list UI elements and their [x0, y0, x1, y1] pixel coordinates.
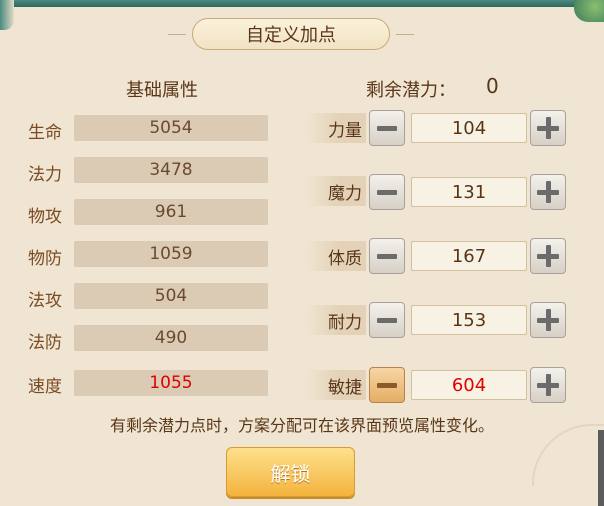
corner-decoration-left [0, 0, 14, 30]
constitution-plus-button[interactable] [530, 238, 566, 274]
magic-plus-button[interactable] [530, 174, 566, 210]
attr-value-mp: 3478 [74, 157, 268, 183]
agility-value: 604 [411, 370, 527, 400]
point-label-agility: 敏捷 [306, 370, 366, 400]
top-border [0, 0, 604, 7]
plus-icon [537, 245, 559, 267]
minus-icon [377, 189, 397, 195]
attr-label-mp: 法力 [28, 165, 62, 185]
base-attributes-heading: 基础属性 [126, 80, 198, 101]
constitution-minus-button[interactable] [369, 238, 405, 274]
window-edge [598, 430, 604, 506]
endurance-minus-button[interactable] [369, 302, 405, 338]
title-ornament-right [396, 34, 414, 35]
agility-minus-button[interactable] [369, 367, 405, 403]
endurance-value: 153 [411, 305, 527, 335]
strength-minus-button[interactable] [369, 110, 405, 146]
attr-value-phys-atk: 961 [74, 199, 268, 225]
point-label-strength: 力量 [306, 113, 366, 143]
remaining-potential-label: 剩余潜力： [366, 80, 456, 101]
minus-icon [377, 125, 397, 131]
magic-minus-button[interactable] [369, 174, 405, 210]
minus-icon [377, 382, 397, 388]
agility-plus-button[interactable] [530, 367, 566, 403]
plus-icon [537, 309, 559, 331]
attr-label-hp: 生命 [28, 123, 62, 143]
attr-value-hp: 5054 [74, 115, 268, 141]
point-label-constitution: 体质 [306, 241, 366, 271]
strength-value: 104 [411, 113, 527, 143]
attr-label-mag-atk: 法攻 [28, 291, 62, 311]
plus-icon [537, 117, 559, 139]
corner-decoration-right [574, 0, 604, 22]
constitution-value: 167 [411, 241, 527, 271]
unlock-button[interactable]: 解锁 [226, 447, 355, 497]
attr-value-speed: 1055 [74, 370, 268, 396]
title-ornament-left [168, 34, 186, 35]
magic-value: 131 [411, 177, 527, 207]
minus-icon [377, 253, 397, 259]
attr-value-mag-def: 490 [74, 325, 268, 351]
attr-label-phys-def: 物防 [28, 249, 62, 269]
attr-label-phys-atk: 物攻 [28, 207, 62, 227]
remaining-potential-value: 0 [486, 74, 499, 98]
attr-label-speed: 速度 [28, 377, 62, 397]
hint-text: 有剩余潜力点时，方案分配可在该界面预览属性变化。 [109, 416, 494, 435]
strength-plus-button[interactable] [530, 110, 566, 146]
attr-label-mag-def: 法防 [28, 333, 62, 353]
panel-title: 自定义加点 [192, 18, 390, 50]
endurance-plus-button[interactable] [530, 302, 566, 338]
attr-value-phys-def: 1059 [74, 241, 268, 267]
attr-value-mag-atk: 504 [74, 283, 268, 309]
plus-icon [537, 181, 559, 203]
point-label-endurance: 耐力 [306, 305, 366, 335]
minus-icon [377, 317, 397, 323]
plus-icon [537, 374, 559, 396]
point-label-magic: 魔力 [306, 176, 366, 206]
